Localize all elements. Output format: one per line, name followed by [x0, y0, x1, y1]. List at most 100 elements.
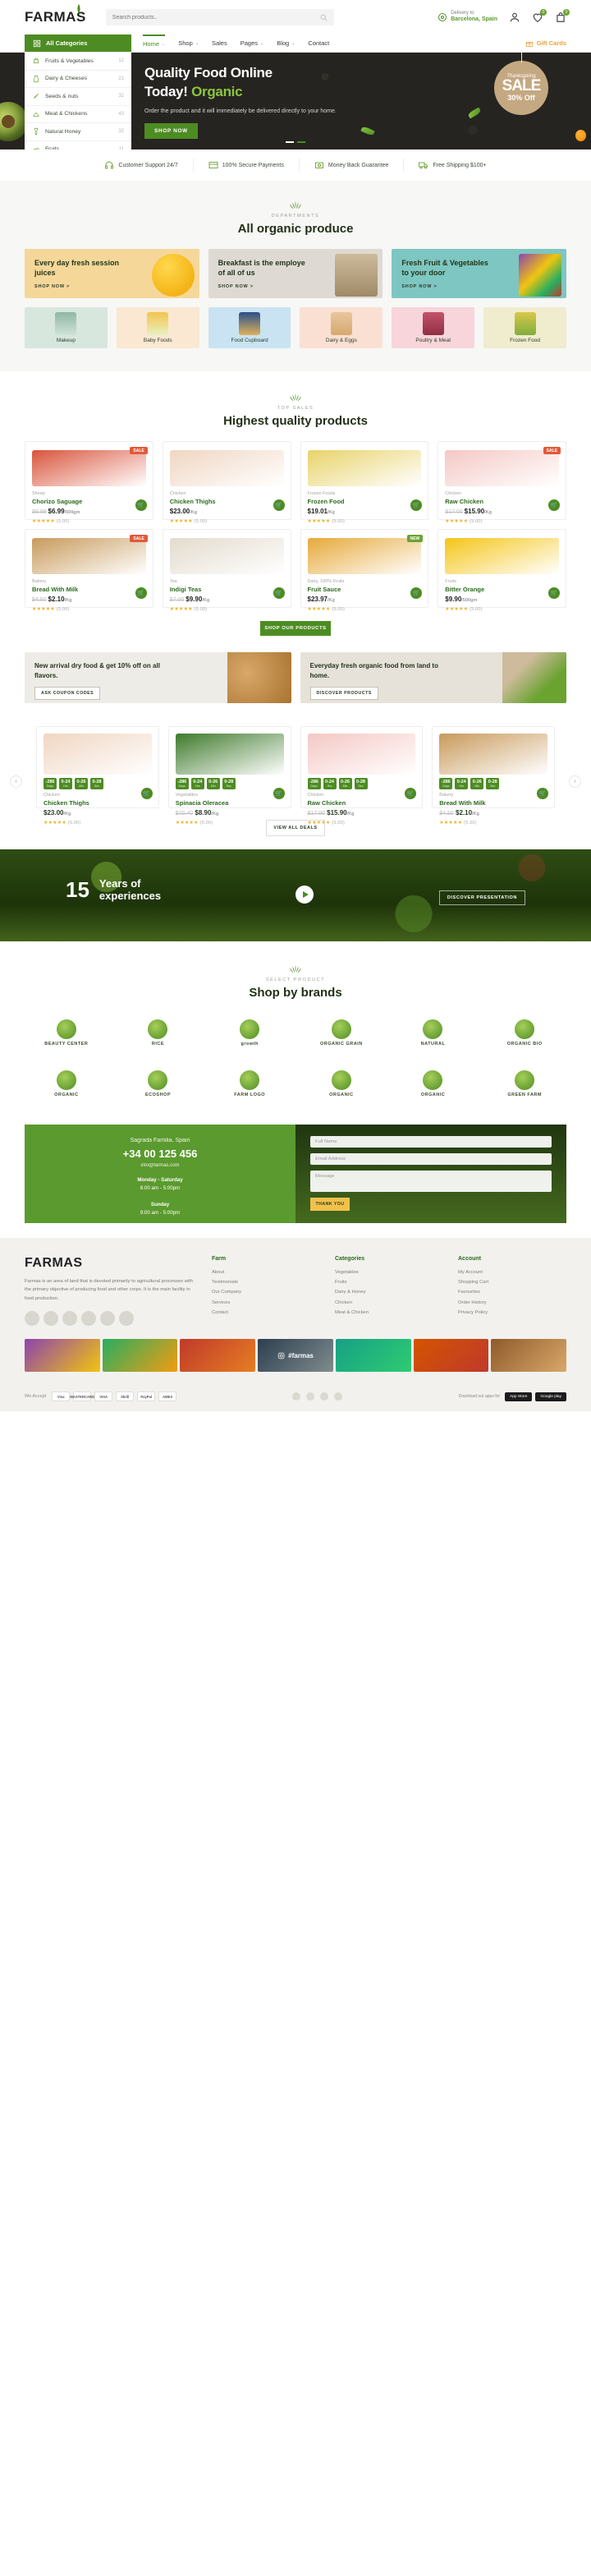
footer-link[interactable]: Order History: [458, 1298, 566, 1308]
gallery-image[interactable]: [491, 1339, 567, 1373]
brand-logo[interactable]: ORGANIC: [392, 1064, 475, 1103]
deal-card[interactable]: -286 Days 0-24 Hrs 0-26 Min 0-28 Sec Chicken Chic…: [36, 726, 159, 826]
youtube-icon[interactable]: [334, 1392, 343, 1401]
product-card[interactable]: SALE Sheep Chorizo Saguage $9.99 $6.99/500gm…: [25, 441, 153, 524]
gallery-image[interactable]: [180, 1339, 256, 1373]
category-item[interactable]: Fruits 11: [25, 141, 131, 150]
nav-item-contact[interactable]: Contact: [308, 34, 329, 53]
hero-slider-dots[interactable]: [286, 141, 305, 143]
video-play-button[interactable]: [296, 886, 314, 904]
footer-link[interactable]: Vegetables: [335, 1267, 443, 1277]
footer-logo[interactable]: FARMAS: [25, 1256, 197, 1271]
search-icon[interactable]: [320, 14, 328, 21]
brand-logo[interactable]: RICE: [117, 1013, 200, 1052]
gallery-image[interactable]: [335, 1339, 411, 1373]
product-card[interactable]: Fruits Bitter Orange $9.90/500gm ★★★★★ (5.00…: [438, 529, 566, 612]
brand-logo[interactable]: FARM LOGO: [208, 1064, 291, 1103]
promo-cta[interactable]: ASK COUPON CODES: [34, 687, 101, 701]
brand-logo[interactable]: BEAUTY CENTER: [25, 1013, 108, 1052]
footer-link[interactable]: Fruits: [335, 1277, 443, 1287]
cart-button[interactable]: 0: [555, 9, 570, 23]
name-field[interactable]: Full Name: [310, 1136, 552, 1148]
shop-all-products-button[interactable]: SHOP OUR PRODUCTS: [260, 621, 331, 636]
department-tile-makeup[interactable]: Makeup: [25, 307, 108, 348]
account-button[interactable]: [509, 12, 520, 23]
add-to-cart-button[interactable]: 🛒: [273, 788, 285, 799]
banner-cta[interactable]: SHOP NOW >: [218, 284, 254, 289]
promo-banner-coupon[interactable]: New arrival dry food & get 10% off on al…: [25, 652, 291, 703]
contact-email[interactable]: info@farmas.com: [39, 1163, 281, 1168]
gallery-image[interactable]: [413, 1339, 489, 1373]
product-card[interactable]: Tea Indigi Teas $7.00 $9.90/Kg ★★★★★ (5.00) 🛒: [162, 529, 291, 612]
footer-link[interactable]: Privacy Policy: [458, 1308, 566, 1318]
footer-link[interactable]: Chicken: [335, 1298, 443, 1308]
instagram-icon[interactable]: [320, 1392, 329, 1401]
nav-item-home[interactable]: Home ⌄: [143, 34, 166, 53]
deal-card[interactable]: -286 Days 0-24 Hrs 0-26 Min 0-28 Sec Bakery Bread…: [432, 726, 555, 826]
facebook-icon[interactable]: f: [135, 1225, 144, 1235]
brand-logo[interactable]: NATURAL: [392, 1013, 475, 1052]
category-item[interactable]: Natural Honey 32: [25, 123, 131, 141]
message-field[interactable]: Message: [310, 1171, 552, 1192]
footer-link[interactable]: Favourites: [458, 1287, 566, 1297]
instagram-handle[interactable]: #farmas: [277, 1339, 314, 1372]
banner-cta[interactable]: SHOP NOW >: [401, 284, 437, 289]
deal-card[interactable]: -286 Days 0-24 Hrs 0-26 Min 0-28 Sec Vegetables S…: [167, 726, 291, 826]
product-card[interactable]: Chicken Chicken Thighs $23.00/Kg ★★★★★ (5.00…: [162, 441, 291, 524]
product-card[interactable]: NEW Dairy, 100% Fruits Fruit Sauce $23.97/K…: [300, 529, 429, 612]
gallery-image[interactable]: [25, 1339, 100, 1373]
nav-item-shop[interactable]: Shop ⌄: [178, 34, 199, 53]
brand-logo[interactable]: ORGANIC BIO: [483, 1013, 566, 1052]
slider-dot[interactable]: [286, 141, 294, 143]
footer-link[interactable]: Meat & Chicken: [335, 1308, 443, 1318]
footer-link[interactable]: Contact: [212, 1308, 320, 1318]
footer-link[interactable]: Testimonials: [212, 1277, 320, 1287]
add-to-cart-button[interactable]: 🛒: [273, 499, 285, 511]
google-play-button[interactable]: Google play: [535, 1392, 566, 1401]
product-card[interactable]: Frozen Foods Frozen Food $19.01/Kg ★★★★★ (5.…: [300, 441, 429, 524]
footer-link[interactable]: Services: [212, 1298, 320, 1308]
department-tile-dairy-eggs[interactable]: Dairy & Eggs: [300, 307, 383, 348]
brand-logo[interactable]: ORGANIC GRAIN: [300, 1013, 383, 1052]
department-tile-food-cupboard[interactable]: Food Cupboard: [208, 307, 291, 348]
product-card[interactable]: SALE Chicken Raw Chicken $17.00 $15.90/Kg ★★★…: [438, 441, 566, 524]
carousel-prev-button[interactable]: ‹: [10, 775, 22, 789]
footer-link[interactable]: My Account: [458, 1267, 566, 1277]
footer-link[interactable]: Shopping Cart: [458, 1277, 566, 1287]
brand-logo[interactable]: ECOSHOP: [117, 1064, 200, 1103]
twitter-icon[interactable]: t: [149, 1225, 158, 1235]
all-categories-button[interactable]: All Categories: [25, 34, 131, 52]
app-store-button[interactable]: App Store: [505, 1392, 533, 1401]
category-item[interactable]: Seeds & nuts 32: [25, 88, 131, 106]
nav-item-blog[interactable]: Blog ⌄: [277, 34, 295, 53]
twitter-icon[interactable]: [306, 1392, 315, 1401]
product-card[interactable]: SALE Bakery Bread With Milk $4.50 $2.10/Kg ★★…: [25, 529, 153, 612]
department-tile-poultry-meat[interactable]: Poultry & Meat: [392, 307, 475, 348]
brand-logo[interactable]: ORGANIC: [25, 1064, 108, 1103]
delivery-selector[interactable]: Delivery to Barcelona, Spain: [438, 11, 497, 24]
add-to-cart-button[interactable]: 🛒: [135, 499, 147, 511]
hero-shop-now-button[interactable]: SHOP NOW: [144, 122, 198, 139]
promo-banner-discover[interactable]: Everyday fresh organic food from land to…: [300, 652, 566, 703]
brand-logo[interactable]: ORGANIC: [300, 1064, 383, 1103]
add-to-cart-button[interactable]: 🛒: [140, 788, 153, 799]
gift-cards-link[interactable]: Gift Cards: [525, 34, 566, 52]
submit-button[interactable]: THANK YOU: [310, 1198, 350, 1211]
footer-link[interactable]: About: [212, 1267, 320, 1277]
promo-cta[interactable]: DISCOVER PRODUCTS: [309, 687, 378, 701]
wishlist-button[interactable]: 0: [532, 9, 547, 23]
search-input[interactable]: [112, 14, 320, 21]
add-to-cart-button[interactable]: 🛒: [273, 587, 285, 599]
department-banner[interactable]: Breakfast is the employe of all of us SH…: [208, 249, 383, 298]
deal-card[interactable]: -286 Days 0-24 Hrs 0-26 Min 0-28 Sec Chicken Raw …: [300, 726, 424, 826]
contact-phone[interactable]: +34 00 125 456: [39, 1148, 281, 1160]
discover-presentation-button[interactable]: DISCOVER PRESENTATION: [438, 890, 525, 905]
add-to-cart-button[interactable]: 🛒: [135, 587, 147, 599]
department-tile-baby-foods[interactable]: Baby Foods: [116, 307, 199, 348]
banner-cta[interactable]: SHOP NOW >: [34, 284, 70, 289]
footer-link[interactable]: Dairy & Honey: [335, 1287, 443, 1297]
slider-dot-active[interactable]: [297, 141, 305, 143]
department-tile-frozen-food[interactable]: Frozen Food: [483, 307, 566, 348]
footer-link[interactable]: Our Company: [212, 1287, 320, 1297]
category-item[interactable]: Fruits & Vegetables 12: [25, 53, 131, 71]
